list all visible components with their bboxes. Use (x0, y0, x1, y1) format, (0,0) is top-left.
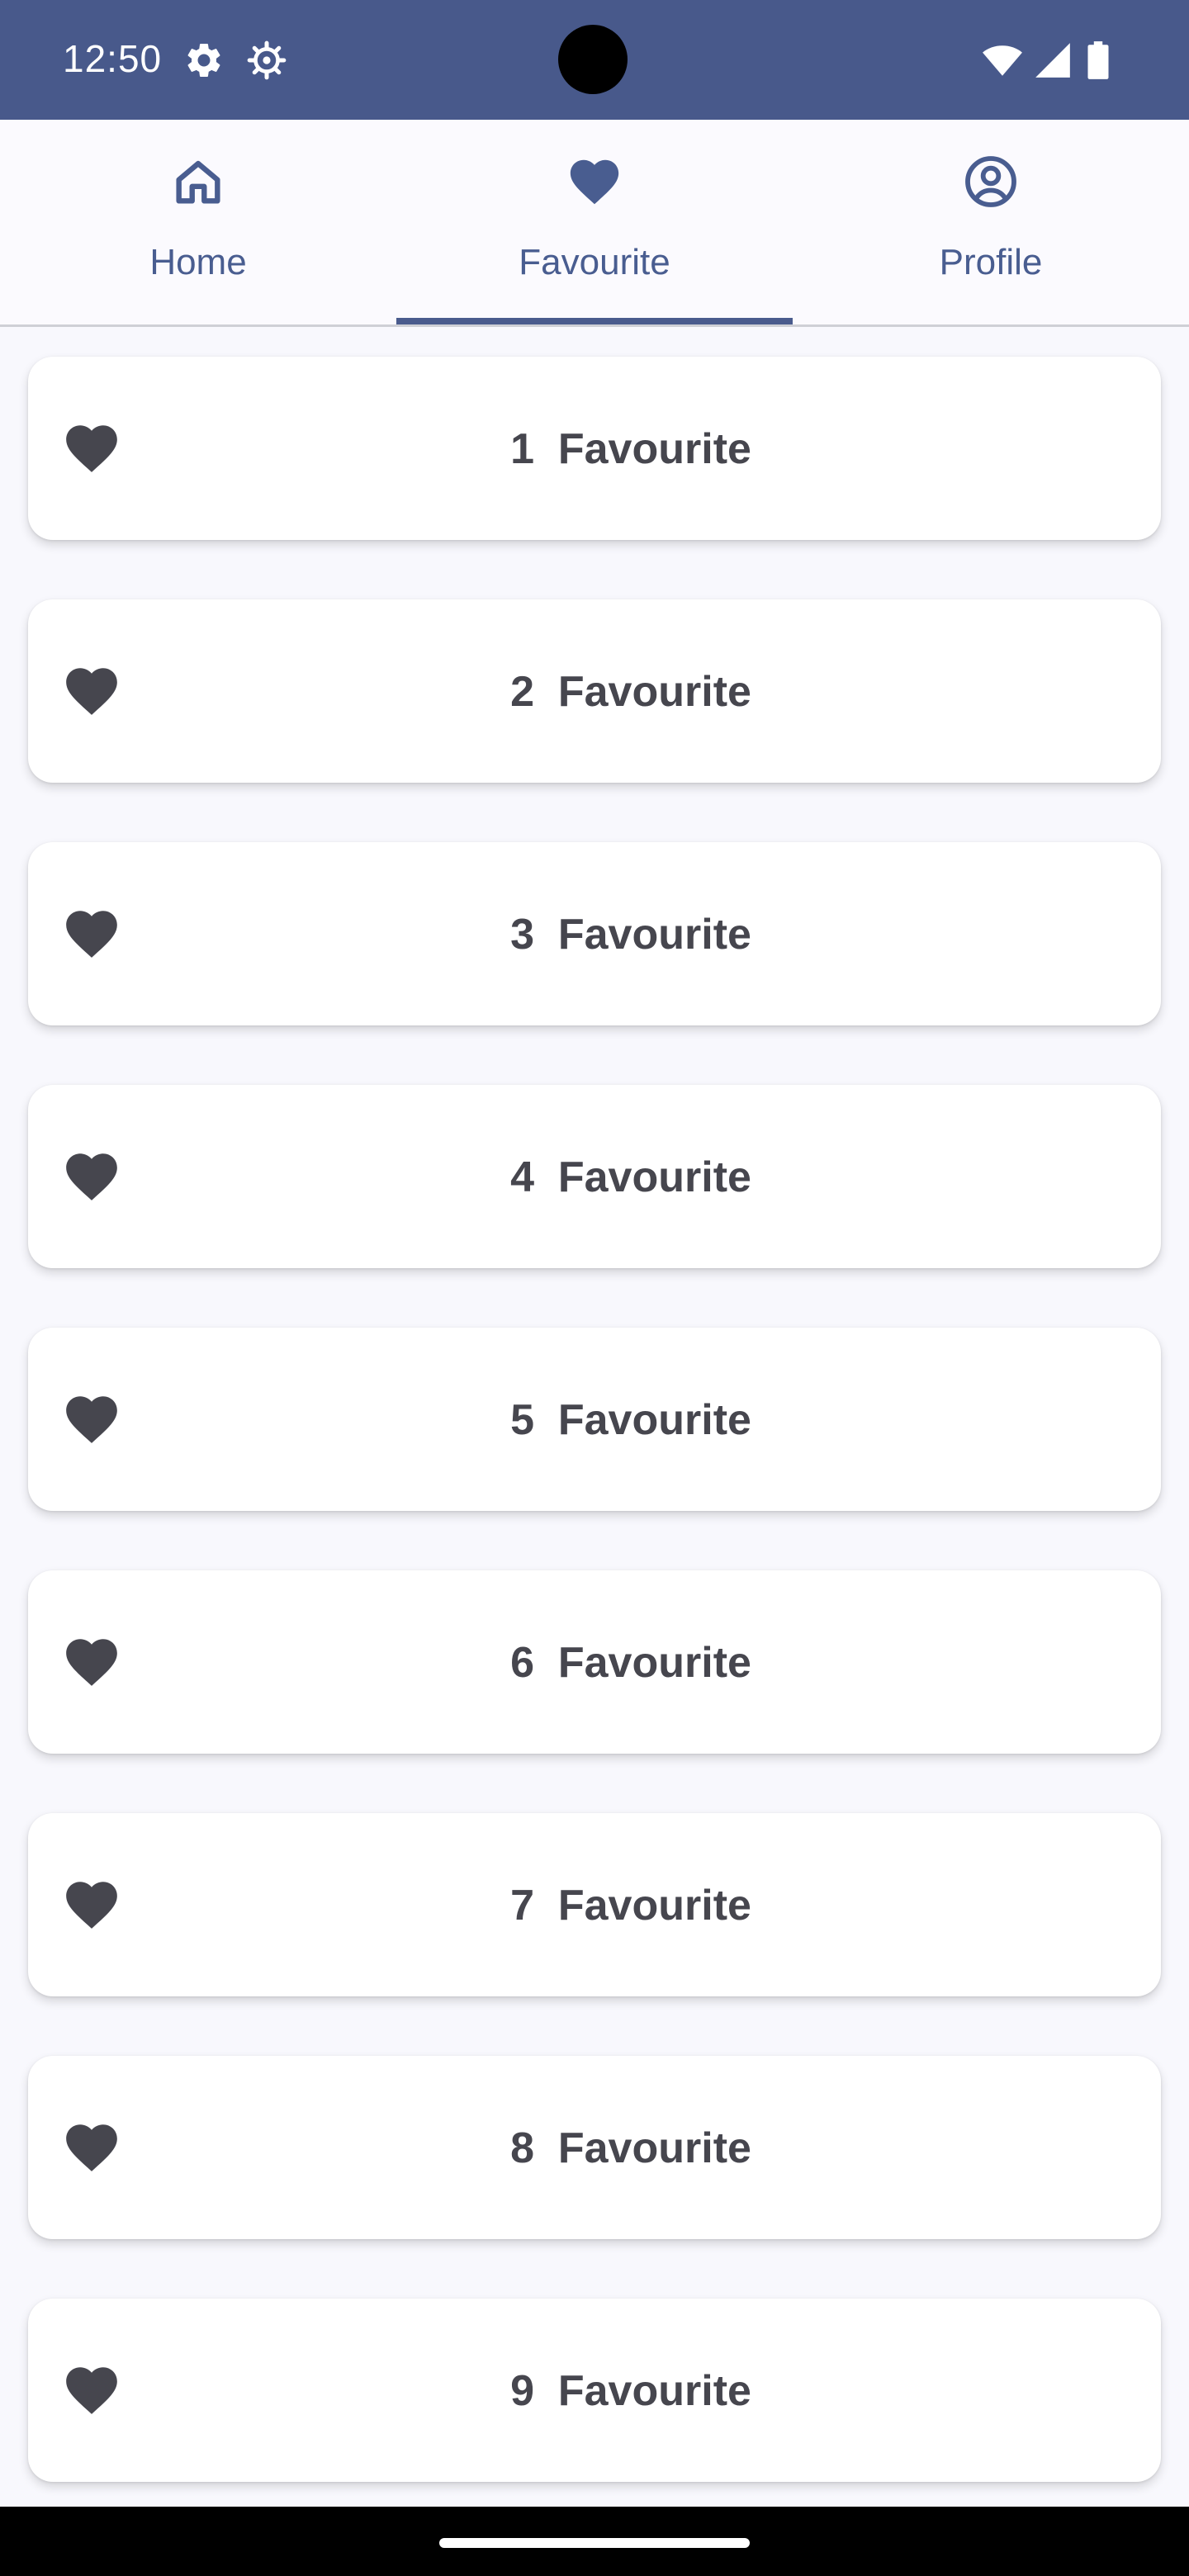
cellular-signal-icon (1035, 43, 1070, 78)
tab-favourite[interactable]: Favourite (396, 120, 793, 326)
list-item[interactable]: 9 Favourite (28, 2299, 1161, 2482)
camera-cutout (558, 25, 628, 94)
list-item-label: 1 Favourite (510, 425, 751, 473)
list-item-label: 8 Favourite (510, 2124, 751, 2172)
list-item[interactable]: 3 Favourite (28, 842, 1161, 1025)
list-item[interactable]: 6 Favourite (28, 1570, 1161, 1754)
status-time: 12:50 (63, 37, 163, 80)
list-item-label: 2 Favourite (510, 668, 751, 716)
tab-profile-label: Profile (939, 242, 1043, 282)
list-item[interactable]: 8 Favourite (28, 2056, 1161, 2239)
tab-selected-indicator (396, 318, 793, 324)
list-item-label: 4 Favourite (510, 1153, 751, 1201)
tab-home[interactable]: Home (0, 120, 396, 326)
list-item-label: 3 Favourite (510, 911, 751, 959)
tab-divider (0, 324, 1189, 327)
list-item[interactable]: 5 Favourite (28, 1328, 1161, 1511)
favourite-list[interactable]: 1 Favourite 2 Favourite 3 Favourite 4 Fa… (0, 330, 1189, 2510)
list-item[interactable]: 4 Favourite (28, 1085, 1161, 1268)
heart-icon (570, 159, 619, 205)
home-icon (176, 160, 220, 204)
status-bar: 12:50 (0, 0, 1189, 120)
system-navigation-bar (0, 2507, 1189, 2576)
list-item-label: 5 Favourite (510, 1396, 751, 1444)
list-item-label: 7 Favourite (510, 1882, 751, 1930)
list-item-label: 9 Favourite (510, 2367, 751, 2415)
list-item-label: 6 Favourite (510, 1639, 751, 1687)
account-circle-icon (965, 156, 1016, 207)
gesture-home-handle[interactable] (439, 2538, 750, 2548)
list-item[interactable]: 7 Favourite (28, 1813, 1161, 1996)
tab-favourite-label: Favourite (519, 242, 670, 282)
tab-profile[interactable]: Profile (793, 120, 1189, 326)
tab-bar: Home Favourite Profile (0, 120, 1189, 327)
gear-icon (187, 43, 220, 77)
battery-icon (1087, 41, 1109, 79)
settings-alt-icon (247, 40, 287, 80)
list-item[interactable]: 1 Favourite (28, 357, 1161, 540)
tab-home-label: Home (149, 242, 247, 282)
wifi-icon (983, 45, 1022, 76)
list-item[interactable]: 2 Favourite (28, 599, 1161, 783)
